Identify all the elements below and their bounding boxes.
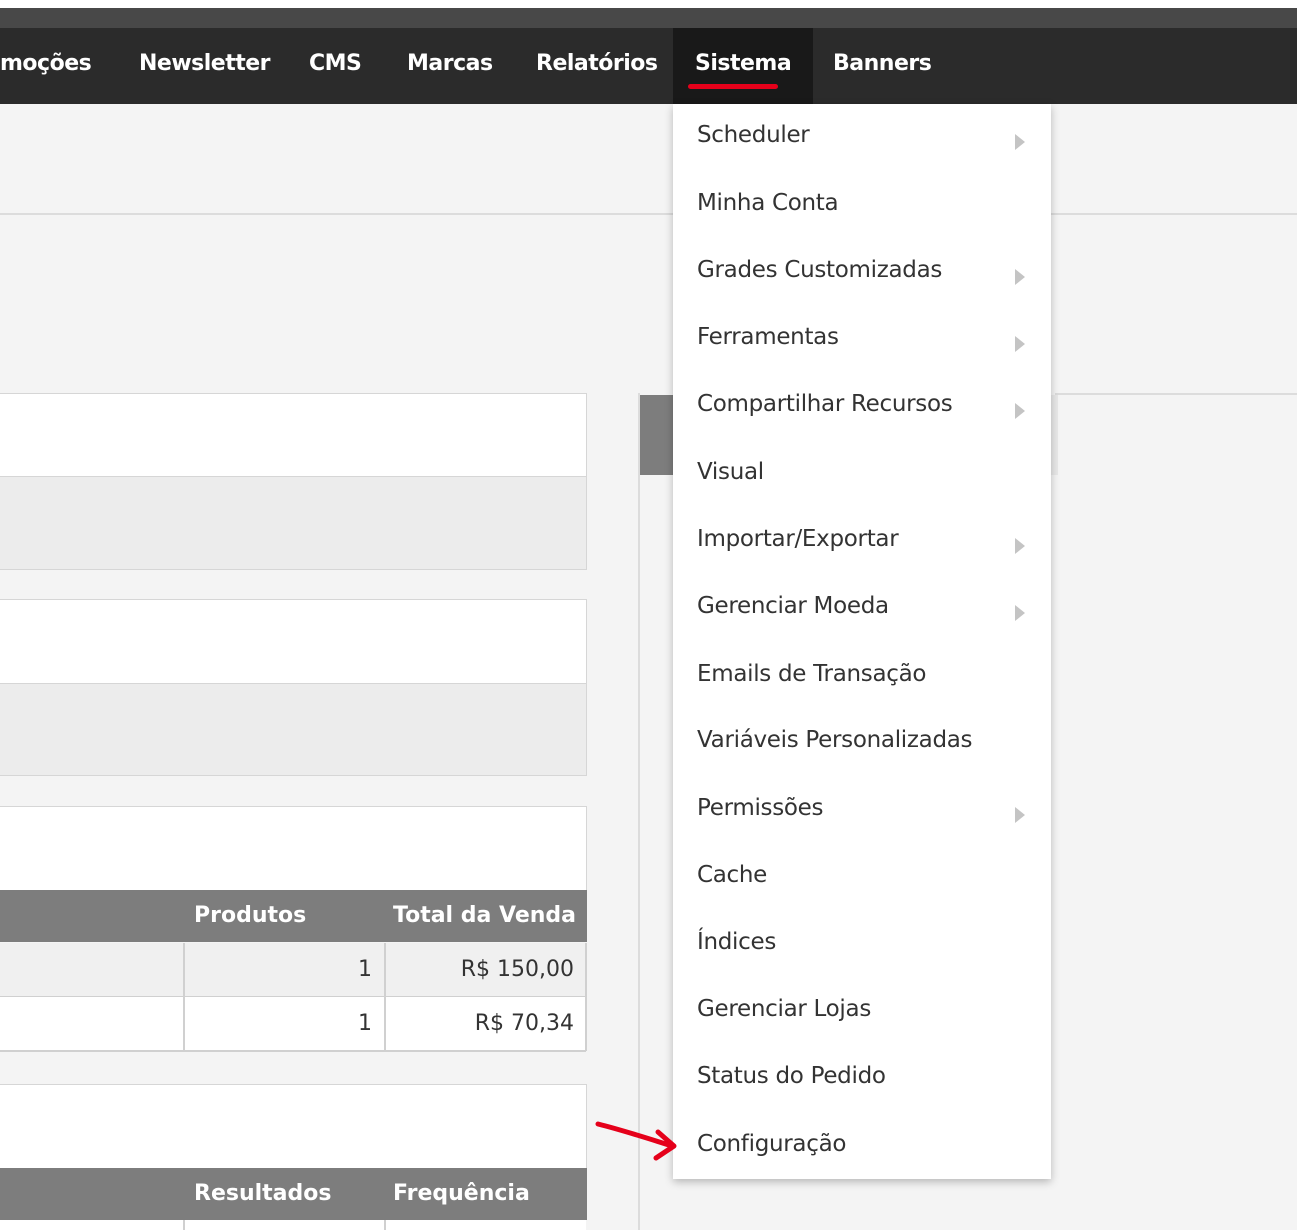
table-row[interactable]: 1 R$ 150,00 — [0, 943, 586, 998]
chevron-right-icon — [1015, 538, 1025, 554]
menu-item-label: Configuração — [697, 1131, 847, 1157]
menu-item-label: Variáveis Personalizadas — [697, 727, 973, 753]
orders-panel-header — [0, 806, 587, 891]
menu-item-label: Ferramentas — [697, 324, 839, 350]
menu-item-label: Emails de Transação — [697, 661, 927, 687]
top-strip — [0, 0, 1297, 8]
page-header-divider — [0, 213, 1297, 215]
nav-item-promocoes[interactable]: moções — [0, 28, 92, 104]
cell-products: 1 — [358, 957, 372, 982]
menu-item[interactable]: Permissões — [673, 777, 1051, 844]
sidebar-tab[interactable] — [640, 395, 676, 475]
menu-item[interactable]: Variáveis Personalizadas — [673, 709, 1051, 776]
menu-item-label: Grades Customizadas — [697, 257, 943, 283]
column-header-total[interactable]: Total da Venda — [393, 890, 576, 942]
menu-item-label: Cache — [697, 862, 768, 888]
cell-total: R$ 70,34 — [474, 1011, 574, 1036]
chevron-right-icon — [1015, 807, 1025, 823]
dashboard-panel-header — [0, 393, 587, 477]
menu-item[interactable]: Importar/Exportar — [673, 508, 1051, 575]
table-row[interactable]: 1 R$ 70,34 — [0, 997, 586, 1052]
menu-item[interactable]: Gerenciar Moeda — [673, 575, 1051, 642]
search-table-header: Resultados Frequência — [0, 1168, 587, 1220]
menu-item-label: Gerenciar Lojas — [697, 996, 871, 1022]
annotation-arrow-icon — [595, 1121, 677, 1161]
menu-item[interactable]: Cache — [673, 844, 1051, 911]
cell-total: R$ 150,00 — [460, 957, 574, 982]
sidebar-divider — [638, 393, 640, 1230]
menu-item-label: Importar/Exportar — [697, 526, 899, 552]
column-divider — [384, 1220, 386, 1230]
menu-item[interactable]: Visual — [673, 441, 1051, 508]
chevron-right-icon — [1015, 336, 1025, 352]
column-header-frequency[interactable]: Frequência — [393, 1168, 530, 1220]
menu-item-label: Compartilhar Recursos — [697, 391, 953, 417]
menu-item[interactable]: Emails de Transação — [673, 643, 1051, 710]
orders-table-header: Produtos Total da Venda — [0, 890, 587, 942]
sistema-dropdown-menu: Scheduler Minha Conta Grades Customizadas F… — [673, 104, 1051, 1179]
menu-item[interactable]: Grades Customizadas — [673, 239, 1051, 306]
chevron-right-icon — [1015, 605, 1025, 621]
sidebar-tab-edge — [1050, 395, 1058, 475]
menu-item[interactable]: Status do Pedido — [673, 1045, 1051, 1112]
chevron-right-icon — [1015, 134, 1025, 150]
dashboard-panel-header — [0, 599, 587, 684]
column-header-products[interactable]: Produtos — [194, 890, 306, 942]
nav-item-newsletter[interactable]: Newsletter — [139, 28, 271, 104]
menu-item[interactable]: Índices — [673, 911, 1051, 978]
menu-item[interactable]: Compartilhar Recursos — [673, 373, 1051, 440]
column-divider — [183, 943, 185, 1051]
cell-products: 1 — [358, 1011, 372, 1036]
dashboard-panel-body — [0, 476, 587, 570]
column-header-results[interactable]: Resultados — [194, 1168, 331, 1220]
menu-item-label: Minha Conta — [697, 190, 839, 216]
menu-item-label: Visual — [697, 459, 764, 485]
menu-item-label: Status do Pedido — [697, 1063, 886, 1089]
menu-item-label: Permissões — [697, 795, 824, 821]
menu-item[interactable]: Scheduler — [673, 104, 1051, 171]
menu-item-label: Gerenciar Moeda — [697, 593, 889, 619]
menu-item-label: Índices — [697, 929, 777, 955]
nav-item-sistema[interactable]: Sistema — [673, 28, 814, 104]
dashboard-panel-body — [0, 683, 587, 776]
menu-item-label: Scheduler — [697, 122, 810, 148]
search-panel-header — [0, 1084, 587, 1169]
nav-item-marcas[interactable]: Marcas — [407, 28, 493, 104]
menu-item[interactable]: Configuração — [673, 1113, 1051, 1180]
menu-item[interactable]: Gerenciar Lojas — [673, 978, 1051, 1045]
admin-header-bar — [0, 8, 1297, 28]
nav-item-banners[interactable]: Banners — [833, 28, 932, 104]
nav-item-relatorios[interactable]: Relatórios — [536, 28, 658, 104]
chevron-right-icon — [1015, 269, 1025, 285]
table-border — [585, 943, 587, 1051]
menu-item[interactable]: Minha Conta — [673, 172, 1051, 239]
nav-item-cms[interactable]: CMS — [309, 28, 362, 104]
content-divider — [1055, 393, 1297, 395]
column-divider — [183, 1220, 185, 1230]
table-row[interactable] — [0, 1220, 586, 1230]
annotation-underline — [688, 84, 778, 89]
menu-item[interactable]: Ferramentas — [673, 306, 1051, 373]
column-divider — [384, 943, 386, 1051]
chevron-right-icon — [1015, 403, 1025, 419]
